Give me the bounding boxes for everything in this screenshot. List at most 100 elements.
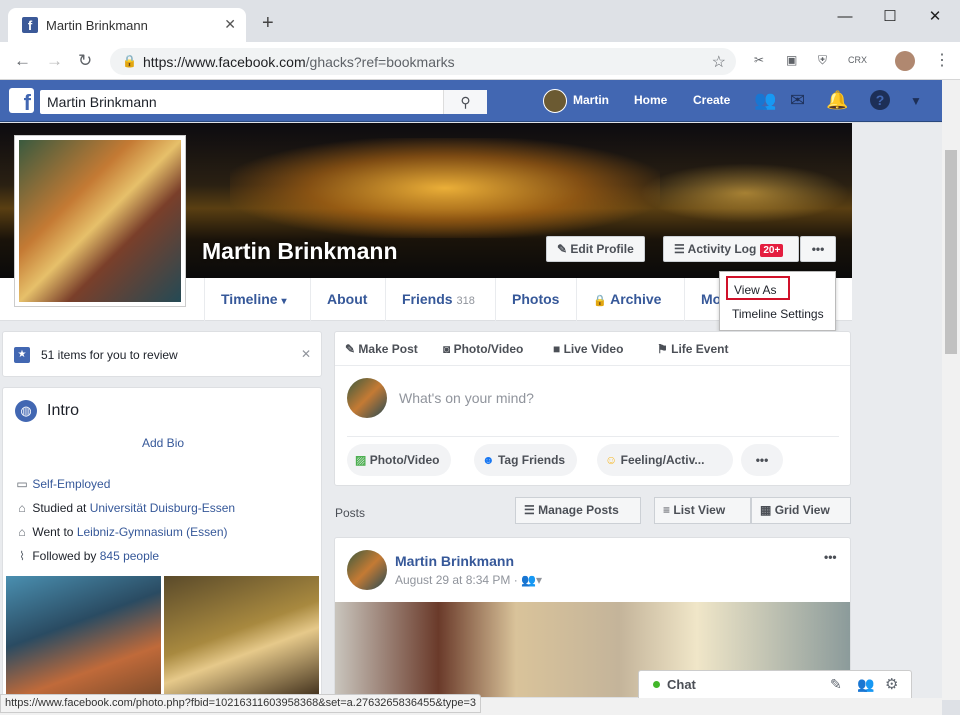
activity-log-button[interactable]: ☰ Activity Log 20+ (663, 236, 799, 262)
tab-timeline[interactable]: Timeline ▾ (204, 278, 302, 321)
briefcase-icon: ▭ (16, 477, 28, 491)
browser-tab[interactable]: f Martin Brinkmann ✕ (8, 8, 246, 42)
notifications-icon[interactable]: 🔔 (826, 90, 848, 111)
review-text[interactable]: 51 items for you to review (41, 348, 178, 362)
tab-archive[interactable]: 🔒 Archive (576, 278, 677, 321)
maximize-button[interactable]: ☐ (867, 6, 913, 30)
search-input[interactable]: Martin Brinkmann ⚲ (40, 90, 487, 114)
photo-video-pill[interactable]: ▨ Photo/Video (347, 444, 452, 476)
list-view-button[interactable]: ≡ List View (654, 497, 751, 524)
composer-tabs: ✎ Make Post ◙ Photo/Video ■ Live Video ⚑… (335, 332, 850, 366)
search-icon[interactable]: ⚲ (443, 90, 487, 114)
activity-log-label: Activity Log (687, 242, 757, 256)
forward-icon[interactable]: → (46, 51, 63, 71)
bookmark-star-icon[interactable]: ☆ (712, 52, 726, 72)
tab-photo-video-label: Photo/Video (453, 342, 524, 356)
new-tab-button[interactable]: + (262, 12, 274, 35)
post-date[interactable]: August 29 at 8:34 PM (395, 573, 510, 587)
tab-photo-video[interactable]: ◙ Photo/Video (443, 342, 523, 356)
add-bio-link[interactable]: Add Bio (142, 436, 184, 450)
intro-item-link[interactable]: Universität Duisburg-Essen (90, 501, 235, 515)
messenger-icon[interactable]: ✉ (790, 90, 805, 111)
compose-icon[interactable]: ✎ (830, 676, 842, 693)
scissors-extension-icon[interactable]: ✂ (754, 53, 764, 67)
tab-friends[interactable]: Friends 318 (385, 278, 491, 321)
tab-make-post[interactable]: ✎ Make Post (345, 342, 418, 356)
star-icon: ★ (14, 347, 30, 363)
profile-picture-image (19, 140, 181, 302)
photo-thumbnail[interactable] (6, 576, 161, 697)
intro-item-link[interactable]: Leibniz-Gymnasium (Essen) (77, 525, 228, 539)
close-icon[interactable]: ✕ (301, 347, 311, 361)
facebook-header: f Martin Brinkmann ⚲ Martin Home Create … (0, 80, 942, 122)
manage-icon: ☰ (524, 503, 535, 517)
flag-icon: ⚑ (657, 342, 668, 356)
profile-avatar-icon[interactable] (895, 51, 915, 71)
scrollbar-thumb[interactable] (945, 150, 957, 354)
more-options-button[interactable]: ••• (800, 236, 836, 262)
tab-live-video[interactable]: ■ Live Video (553, 342, 623, 356)
grid-view-button[interactable]: ▦ Grid View (751, 497, 851, 524)
back-icon[interactable]: ← (14, 51, 31, 71)
chevron-down-icon: ▾ (281, 296, 287, 307)
gear-icon[interactable]: ⚙ (885, 675, 898, 693)
get-crx-extension-icon[interactable]: CRX (848, 55, 867, 65)
feeling-pill[interactable]: ☺ Feeling/Activ... (597, 444, 733, 476)
help-icon[interactable]: ? (870, 90, 890, 110)
manage-posts-button[interactable]: ☰ Manage Posts (515, 497, 641, 524)
tab-photos[interactable]: Photos (495, 278, 575, 321)
tab-friends-label: Friends (402, 291, 453, 307)
intro-item: ⌂ Studied at Universität Duisburg-Essen (15, 501, 235, 515)
intro-item-link[interactable]: Self-Employed (32, 477, 110, 491)
browser-tab-strip: f Martin Brinkmann ✕ + — ☐ ✕ (0, 0, 960, 42)
nav-home[interactable]: Home (634, 93, 667, 107)
browser-menu-icon[interactable]: ⋮ (934, 50, 950, 70)
user-avatar[interactable] (543, 89, 567, 113)
menu-timeline-settings[interactable]: Timeline Settings (732, 307, 824, 321)
tab-about[interactable]: About (310, 278, 383, 321)
minimize-button[interactable]: — (822, 6, 868, 30)
facebook-logo-icon[interactable]: f (9, 88, 34, 113)
group-icon[interactable]: 👥 (857, 676, 874, 693)
lock-icon: 🔒 (593, 295, 607, 307)
calendar-extension-icon[interactable]: ▣ (786, 53, 797, 67)
intro-item-prefix: Studied at (32, 501, 90, 515)
more-options-menu: View As Timeline Settings (719, 271, 836, 331)
profile-name[interactable]: Martin Brinkmann (202, 238, 398, 265)
composer-input[interactable]: What's on your mind? (399, 390, 534, 406)
divider (347, 436, 839, 437)
grid-view-label: Grid View (774, 503, 830, 517)
tag-friends-pill[interactable]: ☻ Tag Friends (474, 444, 578, 476)
friends-audience-icon[interactable]: 👥▾ (521, 573, 542, 587)
address-bar[interactable]: 🔒 https://www.facebook.com/ghacks?ref=bo… (110, 48, 736, 75)
url-path: /ghacks?ref=bookmarks (305, 54, 455, 70)
nav-create[interactable]: Create (693, 93, 730, 107)
shield-extension-icon[interactable]: ⛨ (818, 53, 827, 68)
vertical-scrollbar[interactable] (942, 80, 960, 700)
tab-life-event[interactable]: ⚑ Life Event (657, 342, 728, 356)
close-window-button[interactable]: ✕ (912, 6, 958, 30)
search-value: Martin Brinkmann (47, 94, 157, 110)
nav-user-name[interactable]: Martin (573, 93, 609, 107)
account-menu-icon[interactable]: ▼ (910, 94, 922, 108)
lock-icon: 🔒 (122, 54, 137, 68)
tab-live-video-label: Live Video (563, 342, 624, 356)
post-author[interactable]: Martin Brinkmann (395, 553, 514, 569)
intro-item-link[interactable]: 845 people (100, 549, 159, 563)
post-more-icon[interactable]: ••• (824, 550, 837, 564)
menu-view-as[interactable]: View As (726, 276, 790, 300)
more-pill[interactable]: ••• (741, 444, 783, 476)
photo-thumbnail[interactable] (164, 576, 319, 697)
camera-icon: ◙ (443, 342, 451, 356)
profile-picture[interactable] (14, 135, 186, 307)
chat-label: Chat (667, 677, 696, 692)
chat-bar[interactable]: Chat ✎ 👥 ⚙ (638, 670, 912, 698)
edit-profile-button[interactable]: ✎ Edit Profile (546, 236, 645, 262)
reload-icon[interactable]: ↻ (78, 51, 92, 71)
list-icon: ≡ (663, 503, 671, 517)
post-avatar[interactable] (347, 550, 387, 590)
pencil-icon: ✎ (557, 242, 568, 256)
tab-close-icon[interactable]: ✕ (224, 16, 236, 33)
friend-requests-icon[interactable]: 👥 (754, 90, 776, 111)
activity-badge: 20+ (760, 244, 784, 257)
